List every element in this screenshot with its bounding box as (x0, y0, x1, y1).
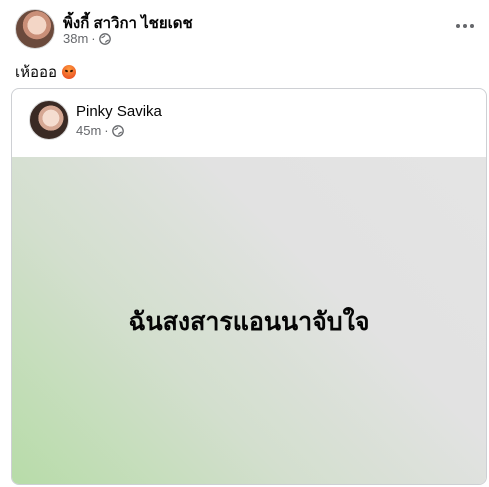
globe-icon[interactable] (111, 124, 124, 137)
shared-meta-separator: · (104, 123, 109, 138)
post-header: พิ้งกี้ สาวิกา ไชยเดช 38m · (0, 0, 489, 56)
background-post-message: ฉันสงสารแอนนาจับใจ (128, 306, 370, 336)
meta-separator: · (91, 31, 96, 46)
post-meta: 38m · (63, 31, 111, 46)
post-time[interactable]: 38m (63, 31, 88, 46)
post-text: เห้อออ (15, 60, 77, 84)
angry-face-icon (62, 65, 77, 79)
more-horizontal-icon[interactable] (455, 16, 475, 36)
shared-author-avatar[interactable] (29, 100, 69, 140)
shared-post-header: Pinky Savika 45m · (12, 89, 486, 157)
post-text-content: เห้อออ (15, 64, 58, 81)
shared-post-meta: 45m · (76, 123, 124, 138)
globe-icon[interactable] (98, 32, 111, 45)
shared-post-card[interactable]: Pinky Savika 45m · ฉันสงสารแอนนาจับใจ (11, 88, 487, 485)
shared-post-time[interactable]: 45m (76, 123, 101, 138)
shared-author-name[interactable]: Pinky Savika (76, 103, 162, 120)
author-avatar[interactable] (15, 9, 55, 49)
text-background-post[interactable]: ฉันสงสารแอนนาจับใจ (12, 157, 486, 484)
